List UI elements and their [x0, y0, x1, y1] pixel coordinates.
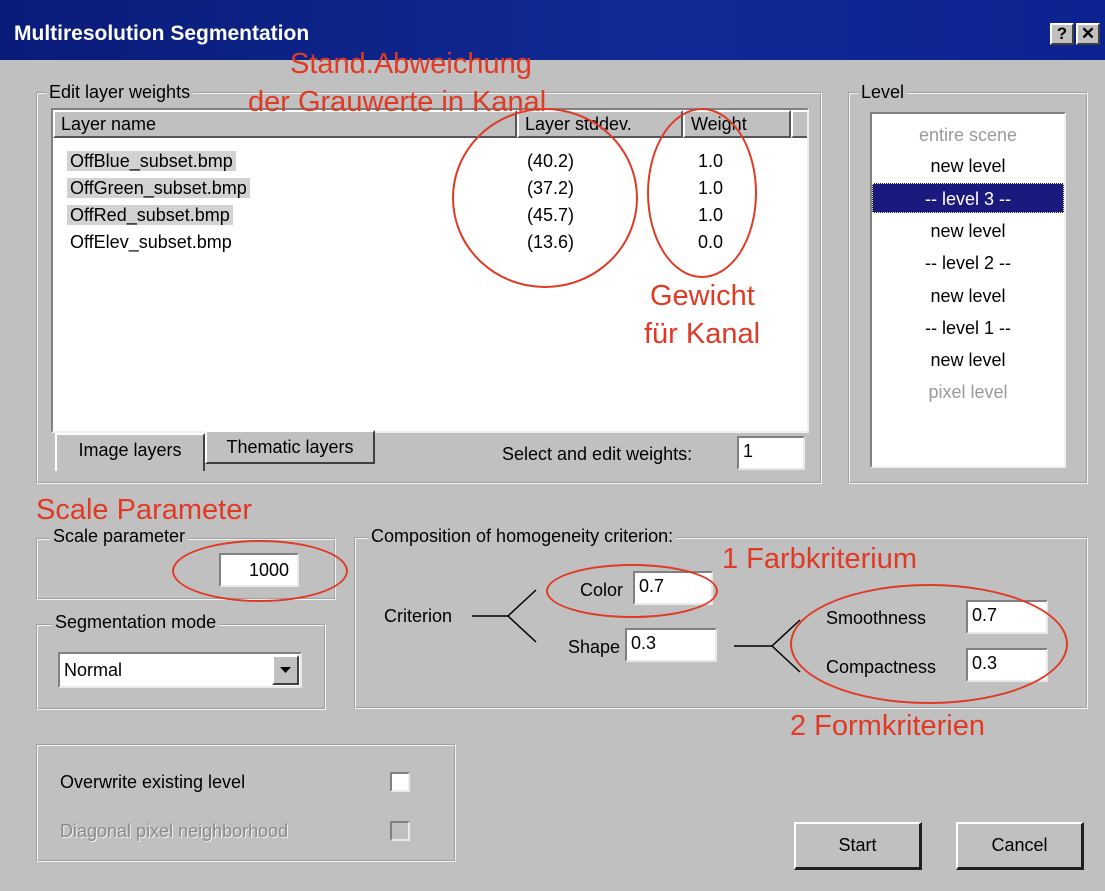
level-item-level-3[interactable]: -- level 3 -- [872, 183, 1064, 213]
scale-highlight-circle [172, 540, 348, 602]
layer-name-cell: OffGreen_subset.bmp [67, 178, 250, 198]
layer-weights-group-label: Edit layer weights [46, 82, 194, 102]
window-title: Multiresolution Segmentation [14, 22, 310, 45]
cancel-button[interactable]: Cancel [956, 822, 1084, 870]
level-item-new-level[interactable]: new level [872, 151, 1064, 181]
tab-thematic-layers[interactable]: Thematic layers [205, 430, 375, 464]
level-item-entire-scene[interactable]: entire scene [872, 120, 1064, 150]
segmentation-mode-select[interactable]: Normal [58, 652, 302, 688]
select-weights-label: Select and edit weights: [502, 444, 693, 464]
annotation-color: 1 Farbkriterium [722, 543, 917, 575]
level-item-level-2[interactable]: -- level 2 -- [872, 248, 1064, 278]
annotation-shape: 2 Formkriterien [790, 710, 985, 742]
segmentation-mode-value: Normal [64, 660, 123, 680]
tab-image-layers[interactable]: Image layers [55, 433, 205, 471]
table-row[interactable]: OffElev_subset.bmp [70, 229, 232, 255]
shape-input[interactable]: 0.3 [625, 628, 717, 662]
overwrite-label: Overwrite existing level [60, 772, 246, 792]
diagonal-checkbox[interactable] [390, 821, 410, 841]
annotation-stddev-line1: Stand.Abweichung [290, 48, 532, 80]
segmentation-mode-label: Segmentation mode [52, 612, 220, 632]
start-button[interactable]: Start [794, 822, 922, 870]
scale-parameter-label: Scale parameter [50, 526, 189, 546]
level-item-new-level[interactable]: new level [872, 345, 1064, 375]
table-row[interactable]: OffRed_subset.bmp [67, 202, 233, 228]
table-row[interactable]: OffGreen_subset.bmp [67, 175, 250, 201]
annotation-weight-line2: für Kanal [644, 318, 761, 350]
level-group-label: Level [858, 82, 908, 102]
overwrite-checkbox[interactable] [390, 772, 410, 792]
column-header-filler [791, 110, 807, 138]
level-item-new-level[interactable]: new level [872, 281, 1064, 311]
level-item-pixel-level[interactable]: pixel level [872, 377, 1064, 407]
chevron-down-icon [280, 667, 291, 673]
annotation-weight-line1: Gewicht [650, 280, 755, 312]
table-row[interactable]: OffBlue_subset.bmp [67, 148, 236, 174]
shape-label: Shape [568, 637, 621, 657]
shape-highlight-circle [790, 584, 1068, 704]
level-list[interactable]: entire scene new level -- level 3 -- new… [870, 112, 1066, 468]
help-button[interactable]: ? [1050, 23, 1074, 45]
criterion-label: Criterion [384, 606, 453, 626]
close-button[interactable]: ✕ [1076, 23, 1100, 45]
level-item-new-level[interactable]: new level [872, 216, 1064, 246]
layer-name-cell: OffBlue_subset.bmp [67, 151, 236, 171]
layer-name-cell: OffRed_subset.bmp [67, 205, 233, 225]
select-weights-input[interactable]: 1 [737, 436, 805, 470]
annotation-stddev-line2: der Grauwerte in Kanal [248, 86, 547, 118]
stddev-highlight-circle [452, 108, 638, 288]
weight-highlight-circle [647, 108, 757, 278]
annotation-scale: Scale Parameter [36, 494, 252, 526]
options-group [36, 744, 456, 862]
dropdown-button[interactable] [272, 655, 299, 685]
layer-name-cell: OffElev_subset.bmp [70, 232, 232, 252]
color-highlight-circle [546, 564, 718, 618]
level-item-level-1[interactable]: -- level 1 -- [872, 313, 1064, 343]
homogeneity-group-label: Composition of homogeneity criterion: [368, 526, 677, 546]
diagonal-label: Diagonal pixel neighborhood [60, 821, 289, 841]
